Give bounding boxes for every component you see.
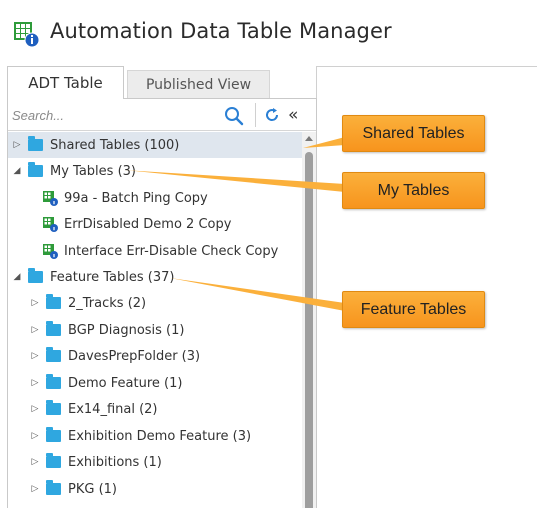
- tree-subfolder[interactable]: ▷ Ex14_final (2): [8, 396, 304, 422]
- folder-icon: [46, 374, 61, 389]
- tree-node-label: My Tables (3): [50, 163, 136, 179]
- tree-leaf-label: 99a - Batch Ping Copy: [64, 190, 208, 206]
- expand-arrow-icon[interactable]: ▷: [30, 431, 40, 441]
- tree-subfolder[interactable]: ▷ Exhibition Demo Feature (3): [8, 423, 304, 449]
- tree-subfolder-label: PKG (1): [68, 481, 117, 497]
- expand-arrow-icon[interactable]: ▷: [30, 484, 40, 494]
- scroll-up-arrow-icon[interactable]: [305, 136, 313, 141]
- tree-subfolder-label: BGP Diagnosis (1): [68, 322, 185, 338]
- expand-arrow-icon[interactable]: ▷: [12, 140, 22, 150]
- app-header: Automation Data Table Manager: [0, 0, 537, 62]
- data-table-icon: [43, 244, 58, 259]
- tree-subfolder-label: Demo Feature (1): [68, 375, 183, 391]
- tree-subfolder[interactable]: ▷ DavesPrepFolder (3): [8, 343, 304, 369]
- callout-feature-tables: Feature Tables: [342, 291, 485, 328]
- refresh-icon[interactable]: [264, 107, 280, 123]
- tree-leaf-label: ErrDisabled Demo 2 Copy: [64, 216, 232, 232]
- tab-published-view[interactable]: Published View: [127, 70, 270, 99]
- tree-subfolder-label: Exhibition Demo Feature (3): [68, 428, 252, 444]
- folder-icon: [46, 453, 61, 468]
- tree-subfolder[interactable]: ▷ 2_Tracks (2): [8, 290, 304, 316]
- expand-arrow-icon[interactable]: ▷: [30, 378, 40, 388]
- tree-node-my-tables[interactable]: ◢ My Tables (3): [8, 158, 304, 184]
- table-info-icon: [14, 22, 40, 48]
- expand-arrow-icon[interactable]: ▷: [30, 325, 40, 335]
- tree-node-shared-tables[interactable]: ▷ Shared Tables (100): [8, 132, 304, 158]
- folder-icon: [46, 400, 61, 415]
- callout-my-tables: My Tables: [342, 172, 485, 209]
- collapse-panel-icon[interactable]: «: [288, 105, 306, 125]
- tree-leaf-label: Interface Err-Disable Check Copy: [64, 243, 279, 259]
- folder-icon: [46, 347, 61, 362]
- expand-arrow-icon[interactable]: ▷: [30, 457, 40, 467]
- data-table-icon: [43, 217, 58, 232]
- scroll-thumb[interactable]: [305, 152, 313, 508]
- search-input[interactable]: [12, 103, 252, 127]
- tree-node-label: Feature Tables (37): [50, 269, 175, 285]
- tree-subfolder[interactable]: ▷ BGP Diagnosis (1): [8, 317, 304, 343]
- tree-leaf-table[interactable]: 99a - Batch Ping Copy: [8, 185, 304, 211]
- callout-shared-tables: Shared Tables: [342, 115, 485, 152]
- collapse-arrow-icon[interactable]: ◢: [12, 166, 22, 176]
- table-tree: ▷ Shared Tables (100) ◢ My Tables (3) 99…: [8, 132, 304, 508]
- expand-arrow-icon[interactable]: ▷: [30, 298, 40, 308]
- toolbar-divider: [255, 103, 256, 127]
- tree-subfolder[interactable]: ▷ Demo Feature (1): [8, 370, 304, 396]
- tree-subfolder-label: Exhibitions (1): [68, 454, 162, 470]
- table-tree-panel: « ▷ Shared Tables (100) ◢ My Tables (3) …: [7, 98, 317, 508]
- tree-subfolder-label: 2_Tracks (2): [68, 295, 147, 311]
- tree-subfolder[interactable]: ▷ PKG (1): [8, 476, 304, 502]
- folder-icon: [28, 162, 43, 177]
- folder-icon: [46, 427, 61, 442]
- folder-icon: [46, 294, 61, 309]
- app-title: Automation Data Table Manager: [50, 19, 392, 43]
- collapse-arrow-icon[interactable]: ◢: [12, 272, 22, 282]
- tree-scrollbar[interactable]: [302, 132, 316, 508]
- tab-bar: ADT Table Published View: [7, 66, 317, 99]
- tab-adt-table[interactable]: ADT Table: [7, 66, 124, 99]
- tree-leaf-table[interactable]: Interface Err-Disable Check Copy: [8, 238, 304, 264]
- tree-subfolder-label: DavesPrepFolder (3): [68, 348, 201, 364]
- folder-icon: [46, 321, 61, 336]
- expand-arrow-icon[interactable]: ▷: [30, 351, 40, 361]
- folder-icon: [28, 136, 43, 151]
- data-table-icon: [43, 191, 58, 206]
- tree-subfolder[interactable]: ▷ Exhibitions (1): [8, 449, 304, 475]
- search-icon[interactable]: [224, 106, 244, 126]
- folder-icon: [46, 480, 61, 495]
- folder-icon: [28, 268, 43, 283]
- tree-node-feature-tables[interactable]: ◢ Feature Tables (37): [8, 264, 304, 290]
- search-bar: «: [8, 99, 316, 131]
- expand-arrow-icon[interactable]: ▷: [30, 404, 40, 414]
- tree-node-label: Shared Tables (100): [50, 137, 180, 153]
- tree-subfolder-label: Ex14_final (2): [68, 401, 158, 417]
- tree-leaf-table[interactable]: ErrDisabled Demo 2 Copy: [8, 211, 304, 237]
